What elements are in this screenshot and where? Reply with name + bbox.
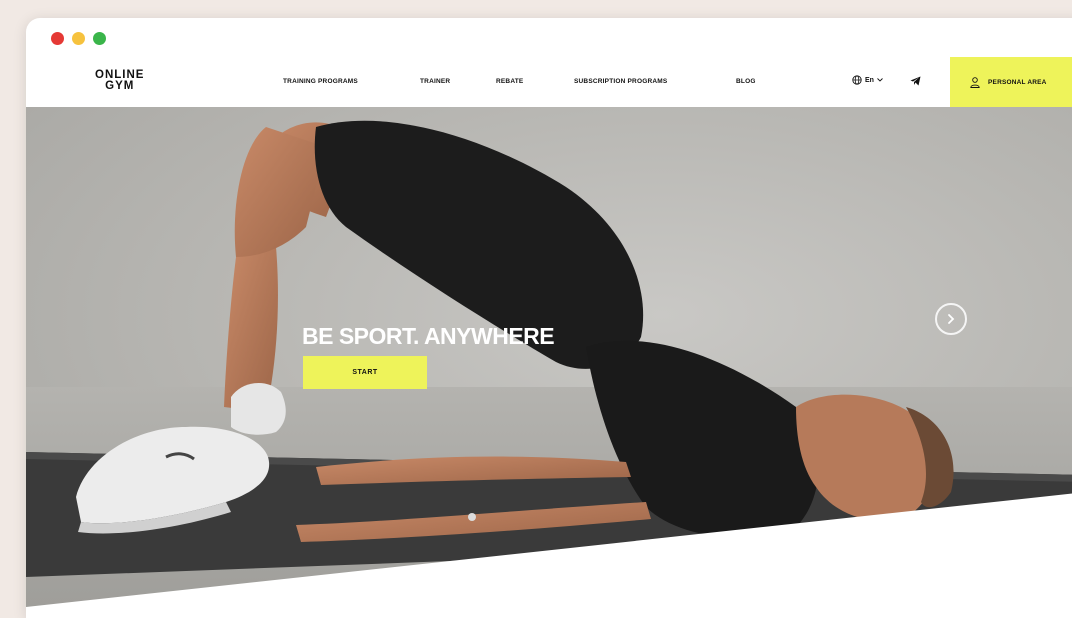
user-icon: [970, 76, 980, 88]
chevron-right-icon: [948, 314, 955, 324]
telegram-icon[interactable]: [910, 76, 921, 86]
personal-area-button[interactable]: PERSONAL AREA: [950, 57, 1072, 107]
globe-icon: [852, 75, 862, 85]
nav-training-programs[interactable]: TRAINING PROGRAMS: [283, 78, 358, 85]
nav-subscription-programs[interactable]: SUBSCRIPTION PROGRAMS: [574, 78, 667, 85]
start-button[interactable]: START: [303, 356, 427, 389]
hero-title: BE SPORT. ANYWHERE: [302, 323, 555, 349]
site-logo[interactable]: ONLINE GYM: [95, 69, 144, 92]
logo-line-2: GYM: [105, 80, 135, 92]
minimize-window-button[interactable]: [72, 32, 85, 45]
maximize-window-button[interactable]: [93, 32, 106, 45]
personal-area-label: PERSONAL AREA: [988, 78, 1047, 86]
browser-window: ONLINE GYM TRAINING PROGRAMS TRAINER REB…: [26, 18, 1072, 618]
window-controls: [51, 32, 106, 45]
language-label: En: [865, 76, 874, 84]
chevron-down-icon: [877, 78, 883, 82]
hero-banner: BE SPORT. ANYWHERE START: [26, 107, 1072, 618]
nav-trainer[interactable]: TRAINER: [420, 78, 450, 85]
nav-rebate[interactable]: REBATE: [496, 78, 523, 85]
nav-blog[interactable]: BLOG: [736, 78, 756, 85]
language-selector[interactable]: En: [852, 75, 883, 85]
hero-photo: [26, 120, 1072, 618]
carousel-next-button[interactable]: [935, 303, 967, 335]
close-window-button[interactable]: [51, 32, 64, 45]
